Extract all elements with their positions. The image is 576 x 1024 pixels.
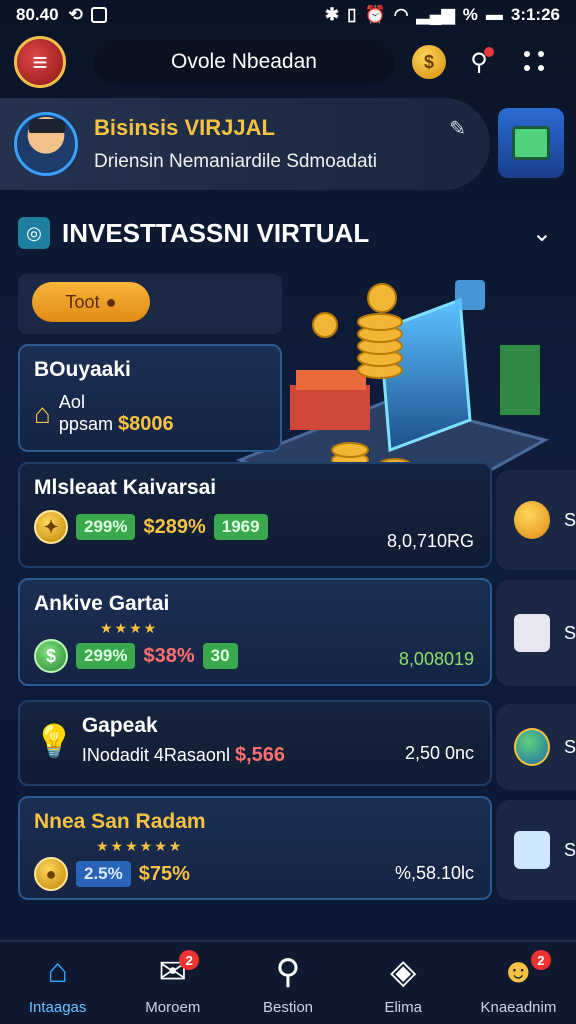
coin-icon[interactable]: $	[412, 45, 446, 79]
investment-amount: 8,0,710RG	[386, 531, 474, 551]
investment-value: $289%	[143, 515, 206, 538]
side-card-label: S	[563, 622, 576, 643]
nav-label: Intaagas	[28, 998, 87, 1016]
card-icon	[512, 126, 550, 160]
investment-sub-label: ppsam	[58, 414, 113, 434]
nav-label: Knaeadnim	[480, 998, 557, 1016]
status-time-left: 80.40	[16, 5, 59, 24]
alarm-icon: ⏰	[364, 5, 386, 24]
investment-sub-label: INodadit 4Rasaonl	[81, 745, 230, 765]
investment-amount: %,58.10lc	[394, 863, 474, 883]
sync-icon: ⟲	[68, 5, 83, 24]
profile-card[interactable]: Bisinsis VIRJJAL Driensin Nemaniardile S…	[0, 98, 490, 190]
nav-label: Moroem	[145, 998, 201, 1016]
side-card-4[interactable]: S	[496, 800, 576, 900]
nav-badge: 2	[530, 950, 551, 970]
notification-dot	[484, 47, 494, 57]
side-card-label: S	[563, 736, 576, 757]
side-card-1[interactable]: S	[496, 470, 576, 570]
investment-amount: 2,50 0nc	[404, 743, 474, 763]
side-card-label: S	[563, 509, 576, 530]
signal-icon: ▂▄▆	[416, 5, 455, 24]
investment-value: $38%	[143, 644, 195, 667]
notification-button[interactable]: ⚲	[462, 45, 496, 79]
investment-value: $,566	[234, 744, 286, 766]
secondary-badge: 1969	[213, 514, 268, 540]
app-title: Ovole Nbeadan	[94, 40, 394, 84]
investment-title: Gapeak	[81, 714, 158, 737]
wifi-icon: ◠	[393, 5, 409, 24]
investment-amount: $8006	[117, 413, 174, 435]
rating-stars: ★★★★	[100, 620, 159, 636]
coin-icon: ●	[105, 291, 117, 312]
investment-card-5[interactable]: Nnea San Radam ★★★★★★ ● 2.5% $75% %,58.1…	[18, 796, 492, 900]
cube-icon	[514, 614, 550, 652]
nav-badge: 2	[179, 950, 200, 970]
investment-card-3[interactable]: Ankive Gartai ★★★★ $ 299% $38% 30 8,0080…	[18, 578, 492, 686]
filter-pill[interactable]: Toot ●	[32, 282, 150, 322]
side-card-3[interactable]: S	[496, 704, 576, 790]
battery-icon: ▬	[485, 5, 503, 24]
rating-stars: ★★★★★★	[96, 838, 184, 854]
chart-icon	[514, 831, 550, 869]
profile-subtitle: Driensin Nemaniardile Sdmoadati	[94, 151, 378, 172]
status-bar: 80.40 ⟲ ✱ ▯ ⏰ ◠ ▂▄▆ % ▬ 3:1:26	[0, 0, 576, 30]
globe-icon	[514, 728, 550, 766]
battery-percent: %	[462, 5, 478, 24]
investment-line-label: Aol	[58, 392, 85, 412]
rate-badge: 299%	[76, 514, 136, 540]
coin-icon: ●	[34, 857, 68, 891]
edit-icon[interactable]: ✎	[449, 116, 466, 141]
coin-icon: ✦	[34, 510, 68, 544]
more-menu-icon[interactable]	[524, 51, 546, 73]
nav-item-box[interactable]: ◈ Elima	[346, 942, 461, 1024]
bluetooth-icon: ✱	[324, 5, 340, 24]
nav-item-market[interactable]: ✉ 2 Moroem	[115, 942, 230, 1024]
investment-value: $75%	[138, 862, 190, 885]
nav-label: Elima	[384, 998, 422, 1016]
chevron-down-icon[interactable]: ⌄	[532, 219, 552, 248]
search-icon: ⚲	[275, 952, 301, 991]
secondary-badge: 30	[202, 643, 238, 669]
status-time-right: 3:1:26	[510, 5, 560, 24]
investment-card-2[interactable]: Mlsleaat Kaivarsai ✦ 299% $289% 1969 8,0…	[18, 462, 492, 568]
investment-card-4[interactable]: 💡 Gapeak INodadit 4Rasaonl $,566 2,50 0n…	[18, 700, 492, 786]
investment-card-1[interactable]: BOuyaaki ⌂ Aol ppsam $8006	[18, 344, 282, 452]
investment-amount: 8,008019	[398, 649, 474, 669]
home-icon: ⌂	[47, 952, 68, 990]
app-logo-icon[interactable]: ≡	[14, 36, 66, 88]
section-title: INVESTTASSNI VIRTUAL	[62, 217, 370, 248]
investment-icon: ◎	[18, 217, 50, 249]
wallet-button[interactable]	[498, 108, 564, 178]
section-header[interactable]: ◎ INVESTTASSNI VIRTUAL ⌄	[18, 214, 558, 252]
orb-icon	[514, 501, 550, 539]
investment-title: Ankive Gartai	[34, 592, 170, 615]
notification-icon	[90, 7, 107, 23]
box-icon: ◈	[390, 952, 417, 991]
dollar-icon: $	[34, 639, 68, 673]
investment-title: BOuyaaki	[34, 358, 131, 381]
avatar	[14, 112, 78, 176]
filter-row: Toot ●	[18, 274, 282, 334]
nav-item-search[interactable]: ⚲ Bestion	[230, 942, 345, 1024]
nav-item-home[interactable]: ⌂ Intaagas	[0, 942, 115, 1024]
rate-badge: 299%	[76, 643, 136, 669]
nav-label: Bestion	[262, 998, 314, 1016]
side-card-label: S	[563, 839, 576, 860]
nav-item-profile[interactable]: ☻ 2 Knaeadnim	[461, 942, 576, 1024]
investment-title: Mlsleaat Kaivarsai	[34, 476, 217, 499]
rate-badge: 2.5%	[76, 861, 131, 887]
side-card-2[interactable]: S	[496, 580, 576, 686]
vibrate-icon: ▯	[347, 5, 357, 24]
filter-label: Toot	[65, 291, 100, 312]
app-header: ≡ Ovole Nbeadan $ ⚲	[0, 30, 576, 94]
profile-title: Bisinsis VIRJJAL	[94, 115, 275, 140]
bottom-nav: ⌂ Intaagas ✉ 2 Moroem ⚲ Bestion ◈ Elima …	[0, 940, 576, 1024]
house-icon: ⌂	[34, 398, 51, 429]
lightbulb-icon: 💡	[34, 722, 74, 759]
investment-title: Nnea San Radam	[34, 810, 206, 833]
